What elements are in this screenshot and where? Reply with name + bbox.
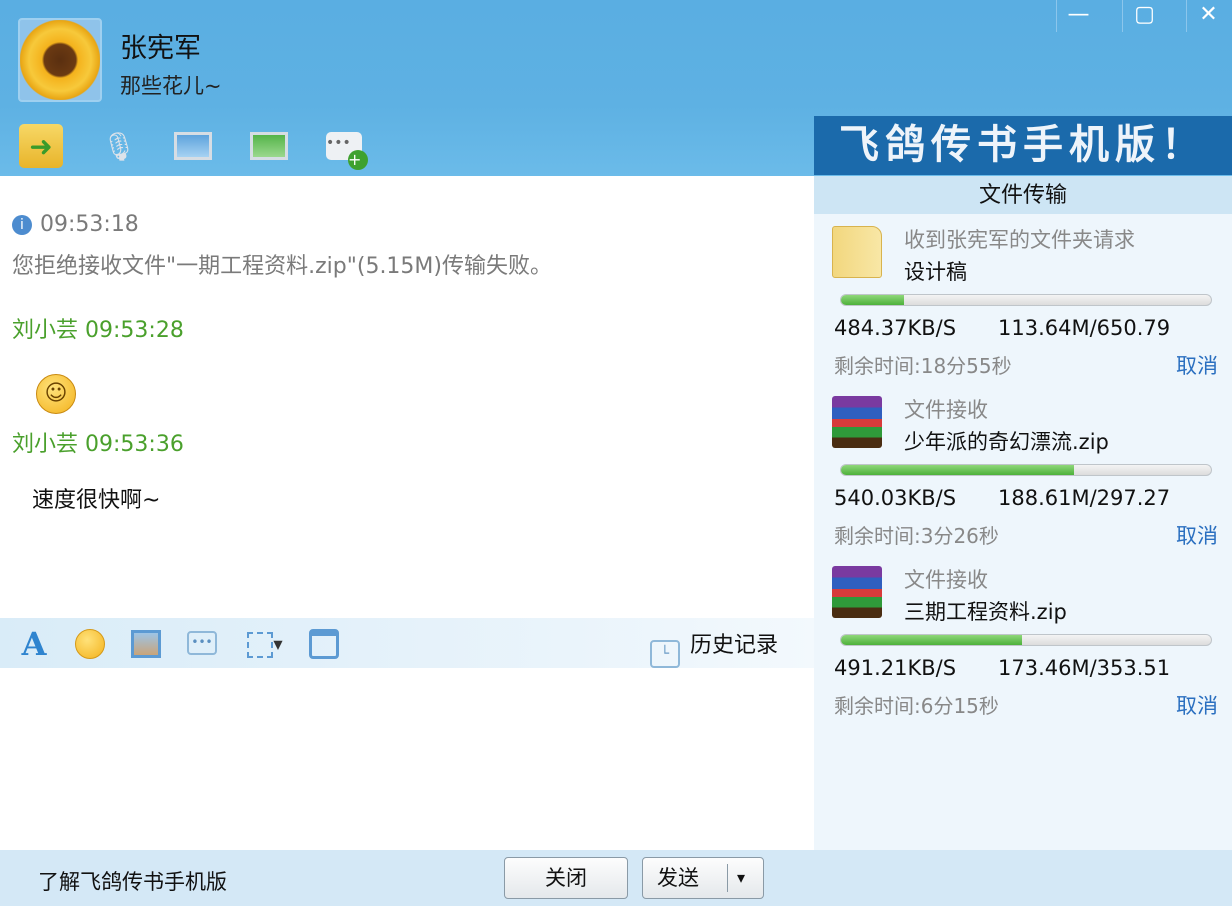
rar-archive-icon — [832, 566, 882, 618]
history-label: 历史记录 — [690, 633, 779, 658]
window-shake-icon[interactable] — [306, 626, 342, 662]
emoji-icon[interactable] — [72, 626, 108, 662]
smiley-emoji-icon: ☺ — [36, 374, 76, 414]
remote-desktop-icon[interactable] — [247, 124, 291, 168]
contact-name: 张宪军 — [120, 33, 201, 64]
progress-fill — [841, 465, 1075, 475]
message-time: 09:53:18 — [40, 212, 139, 237]
transfer-item: 收到张宪军的文件夹请求 设计稿 484.37KB/S 113.64M/650.7… — [814, 220, 1232, 390]
cancel-transfer-link[interactable]: 取消 — [1176, 690, 1218, 720]
message-header: 刘小芸 09:53:36 — [12, 426, 184, 458]
image-icon[interactable] — [128, 626, 164, 662]
info-icon: i — [12, 215, 32, 235]
avatar[interactable] — [18, 18, 102, 102]
history-icon: └ — [650, 640, 680, 668]
transfer-size: 188.61M/297.27 — [998, 486, 1171, 510]
progress-fill — [841, 635, 1023, 645]
video-chat-icon[interactable] — [171, 124, 215, 168]
progress-bar — [840, 634, 1212, 646]
close-window-button[interactable]: ✕ — [1186, 0, 1230, 32]
file-name: 少年派的奇幻漂流.zip — [904, 430, 1109, 454]
send-button[interactable]: 发送 ▾ — [642, 857, 764, 899]
file-transfer-panel: 文件传输 收到张宪军的文件夹请求 设计稿 484.37KB/S 113.64M/… — [814, 176, 1232, 850]
send-options-dropdown[interactable]: ▾ — [737, 858, 745, 898]
add-group-chat-icon[interactable]: ••• + — [322, 124, 368, 170]
close-button[interactable]: 关闭 — [504, 857, 628, 899]
font-icon[interactable]: A — [16, 626, 52, 662]
time-remaining: 剩余时间:6分15秒 — [834, 694, 999, 718]
transfer-size: 113.64M/650.79 — [998, 316, 1171, 340]
folder-icon — [832, 226, 882, 278]
transfer-label: 文件接收 — [904, 568, 988, 592]
learn-mobile-link[interactable]: 了解飞鸽传书手机版 — [38, 866, 227, 896]
cancel-transfer-link[interactable]: 取消 — [1176, 520, 1218, 550]
contact-signature: 那些花儿~ — [120, 74, 222, 98]
message-time: 09:53:36 — [85, 432, 184, 457]
message-time: 09:53:28 — [85, 318, 184, 343]
transfer-item: 文件接收 三期工程资料.zip 491.21KB/S 173.46M/353.5… — [814, 560, 1232, 730]
transfer-speed: 540.03KB/S — [834, 486, 957, 510]
time-remaining: 剩余时间:3分26秒 — [834, 524, 999, 548]
sender-name: 刘小芸 — [12, 318, 79, 343]
cancel-transfer-link[interactable]: 取消 — [1176, 350, 1218, 380]
mobile-version-banner[interactable]: 飞鸽传书手机版！ — [814, 116, 1232, 175]
footer: 了解飞鸽传书手机版 关闭 发送 ▾ — [0, 850, 1232, 906]
sender-name: 刘小芸 — [12, 432, 79, 457]
file-transfer-icon[interactable]: ➜ — [19, 124, 63, 168]
file-name: 设计稿 — [904, 260, 967, 284]
screenshot-icon[interactable]: ▼ — [240, 626, 290, 662]
maximize-button[interactable]: ▢ — [1122, 0, 1166, 32]
rar-archive-icon — [832, 396, 882, 448]
minimize-button[interactable]: — — [1056, 0, 1100, 32]
chat-history: i 09:53:18 您拒绝接收文件"一期工程资料.zip"(5.15M)传输失败… — [0, 176, 814, 618]
file-transfer-title: 文件传输 — [814, 176, 1232, 214]
transfer-label: 文件接收 — [904, 398, 988, 422]
input-toolbar: A ••• ▼ └ 历史记录 — [0, 618, 814, 668]
progress-fill — [841, 295, 904, 305]
send-label: 发送 — [657, 866, 699, 890]
message-header: 刘小芸 09:53:28 — [12, 312, 184, 344]
message-input[interactable] — [0, 668, 814, 850]
system-message-header: i 09:53:18 — [12, 212, 139, 237]
transfer-speed: 491.21KB/S — [834, 656, 957, 680]
history-button[interactable]: └ 历史记录 — [650, 627, 778, 668]
progress-bar — [840, 294, 1212, 306]
transfer-label: 收到张宪军的文件夹请求 — [904, 228, 1135, 252]
file-name: 三期工程资料.zip — [904, 600, 1067, 624]
microphone-icon[interactable]: 🎙 — [97, 124, 141, 168]
time-remaining: 剩余时间:18分55秒 — [834, 354, 1012, 378]
progress-bar — [840, 464, 1212, 476]
message-bubble-icon[interactable]: ••• — [184, 626, 220, 662]
transfer-item: 文件接收 少年派的奇幻漂流.zip 540.03KB/S 188.61M/297… — [814, 390, 1232, 560]
transfer-size: 173.46M/353.51 — [998, 656, 1171, 680]
transfer-speed: 484.37KB/S — [834, 316, 957, 340]
system-message-text: 您拒绝接收文件"一期工程资料.zip"(5.15M)传输失败。 — [12, 254, 552, 279]
message-text: 速度很快啊~ — [32, 488, 161, 513]
